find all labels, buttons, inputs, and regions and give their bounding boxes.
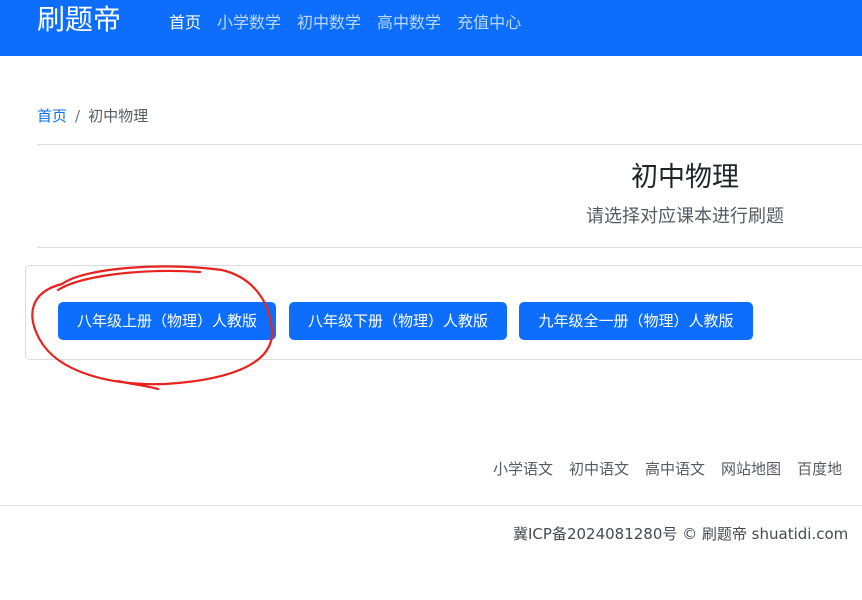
textbook-button-grade8-vol1[interactable]: 八年级上册（物理）人教版 xyxy=(58,302,276,340)
footer-link-baidu-map[interactable]: 百度地 xyxy=(797,458,842,480)
footer-link-middle-chinese[interactable]: 初中语文 xyxy=(569,458,629,480)
footer-link-primary-chinese[interactable]: 小学语文 xyxy=(493,458,553,480)
footer-divider xyxy=(0,505,862,506)
breadcrumb-separator: / xyxy=(75,107,81,125)
textbook-button-grade9-full[interactable]: 九年级全一册（物理）人教版 xyxy=(519,302,753,340)
footer-link-sitemap[interactable]: 网站地图 xyxy=(721,458,781,480)
textbook-button-grade8-vol2[interactable]: 八年级下册（物理）人教版 xyxy=(289,302,507,340)
breadcrumb-current: 初中物理 xyxy=(88,107,149,125)
divider-bottom xyxy=(37,247,862,248)
nav-menu: 首页 小学数学 初中数学 高中数学 充值中心 xyxy=(169,12,521,34)
nav-link-recharge[interactable]: 充值中心 xyxy=(457,12,521,34)
nav-link-home[interactable]: 首页 xyxy=(169,12,201,34)
breadcrumb: 首页 / 初中物理 xyxy=(37,105,148,127)
page-title: 初中物理 xyxy=(631,162,739,193)
footer-link-high-chinese[interactable]: 高中语文 xyxy=(645,458,705,480)
top-navbar: 刷题帝 首页 小学数学 初中数学 高中数学 充值中心 xyxy=(0,0,862,56)
nav-link-primary-math[interactable]: 小学数学 xyxy=(217,12,281,34)
brand-logo[interactable]: 刷题帝 xyxy=(37,2,121,38)
footer-links: 小学语文 初中语文 高中语文 网站地图 百度地 xyxy=(493,458,842,480)
divider-top xyxy=(37,144,862,145)
nav-link-high-math[interactable]: 高中数学 xyxy=(377,12,441,34)
nav-link-middle-math[interactable]: 初中数学 xyxy=(297,12,361,34)
breadcrumb-home-link[interactable]: 首页 xyxy=(37,105,67,127)
copyright-text: 冀ICP备2024081280号 © 刷题帝 shuatidi.com xyxy=(513,525,849,543)
page-subtitle: 请选择对应课本进行刷题 xyxy=(586,206,784,227)
